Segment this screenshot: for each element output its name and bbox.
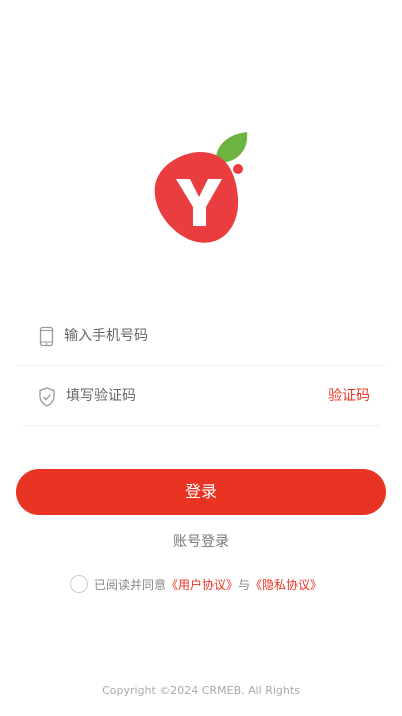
privacy-policy-link[interactable]: 《隐私协议》 xyxy=(250,576,322,593)
get-code-button[interactable]: 验证码 xyxy=(328,385,370,405)
mobile-phone-icon xyxy=(38,326,56,348)
verification-code-field: 验证码 xyxy=(22,367,380,426)
phone-field xyxy=(16,307,386,366)
user-agreement-link[interactable]: 《用户协议》 xyxy=(166,576,238,593)
brand-logo-icon xyxy=(150,130,252,246)
agreement-and-text: 与 xyxy=(238,577,251,592)
login-button[interactable]: 登录 xyxy=(16,469,386,515)
shield-check-icon xyxy=(38,386,56,408)
phone-input[interactable] xyxy=(64,323,304,349)
agreement-checkbox[interactable] xyxy=(70,575,88,593)
account-login-link[interactable]: 账号登录 xyxy=(0,531,402,551)
copyright-text: Copyright ©2024 CRMEB. All Rights xyxy=(102,684,300,697)
agreement-prefix-text: 已阅读并同意 xyxy=(94,577,167,592)
agreement-row: 已阅读并同意 《用户协议》 与 《隐私协议》 xyxy=(70,573,322,595)
verification-code-input[interactable] xyxy=(66,383,286,409)
